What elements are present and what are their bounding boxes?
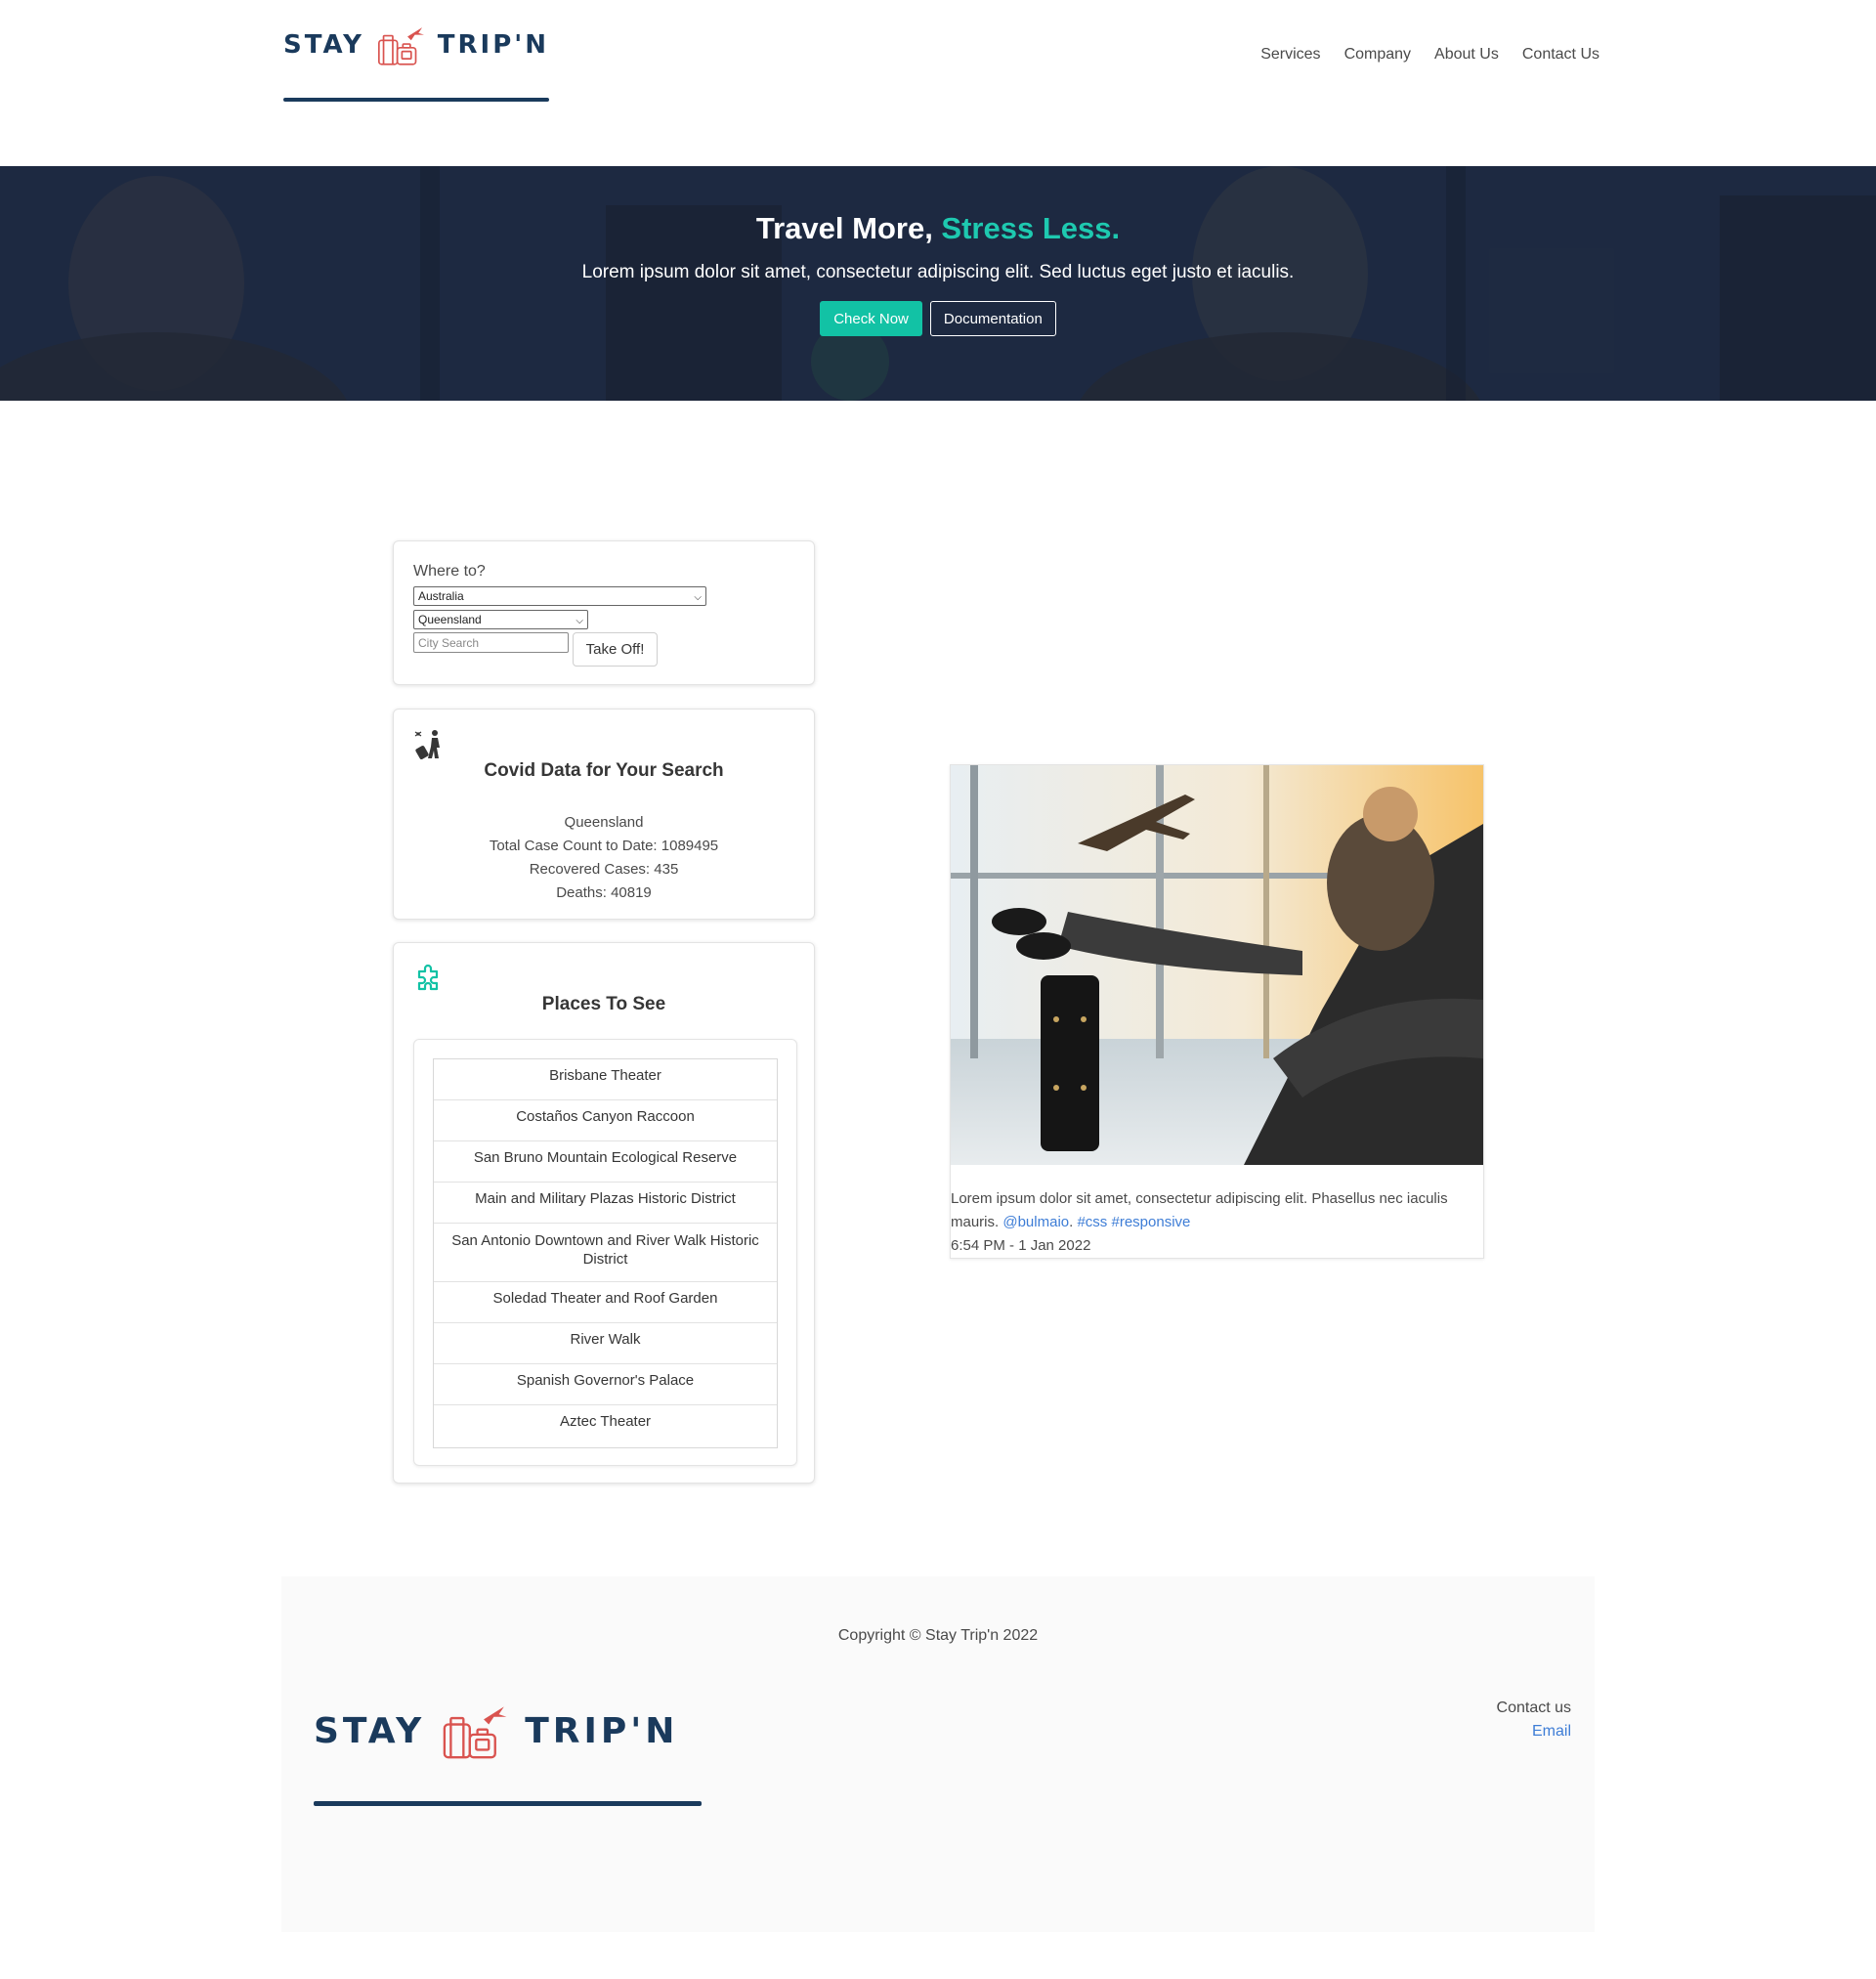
luggage-plane-icon [377,27,424,65]
place-item[interactable]: Costaños Canyon Raccoon [434,1100,777,1141]
contact-us-label: Contact us [1496,1699,1571,1716]
email-link[interactable]: Email [1532,1723,1571,1740]
logo-underline [314,1801,702,1806]
place-item[interactable]: San Antonio Downtown and River Walk Hist… [434,1224,777,1282]
footer-contact: Contact us Email [1497,1697,1571,1743]
covid-stats: Queensland Total Case Count to Date: 108… [394,811,814,905]
covid-card-title: Covid Data for Your Search [484,760,724,781]
hero-buttons: Check Now Documentation [0,301,1876,336]
place-item[interactable]: Soledad Theater and Roof Garden [434,1282,777,1323]
mention-link[interactable]: @bulmaio [1002,1214,1069,1230]
post-caption: Lorem ipsum dolor sit amet, consectetur … [951,1190,1448,1254]
covid-total-cases: Total Case Count to Date: 1089495 [489,838,719,854]
post-timestamp: 6:54 PM - 1 Jan 2022 [951,1237,1091,1254]
place-item[interactable]: Brisbane Theater [434,1059,777,1100]
nav-services[interactable]: Services [1260,46,1320,64]
city-search-input[interactable] [413,632,569,653]
hero-title: Travel More, Stress Less. [755,211,1121,245]
navbar: STAY TRIP'N Services Company About Us Co… [0,0,1876,166]
brand-name-right: TRIP'N [525,1710,679,1751]
search-card: Where to? Australia ⌵ Queensland ⌵ Take … [393,540,815,685]
hero-title-accent: Stress Less. [941,211,1121,245]
footer-brand-logo[interactable]: STAY TRIP'N [314,1699,702,1806]
hero-content: Travel More, Stress Less. Lorem ipsum do… [0,211,1876,336]
traveler-icon [414,730,440,759]
places-card: Places To See Brisbane Theater Costaños … [393,942,815,1484]
place-item[interactable]: Aztec Theater [434,1405,777,1447]
places-list: Brisbane Theater Costaños Canyon Raccoon… [433,1058,778,1448]
nav-company[interactable]: Company [1344,46,1411,64]
chevron-down-icon: ⌵ [576,616,583,626]
main-nav: Services Company About Us Contact Us [1260,46,1599,64]
place-item[interactable]: San Bruno Mountain Ecological Reserve [434,1141,777,1183]
hero-banner: Travel More, Stress Less. Lorem ipsum do… [0,166,1876,401]
place-item[interactable]: River Walk [434,1323,777,1364]
region-select[interactable]: Queensland ⌵ [413,610,588,629]
footer: Copyright © Stay Trip'n 2022 STAY TRIP'N [281,1576,1595,1932]
places-card-title: Places To See [541,994,666,1014]
nav-about-us[interactable]: About Us [1434,46,1499,64]
covid-recovered: Recovered Cases: 435 [529,861,679,878]
places-box: Brisbane Theater Costaños Canyon Raccoon… [413,1039,797,1466]
brand-name-left: STAY [314,1710,426,1751]
brand-name-left: STAY [283,30,364,60]
hero-subtitle: Lorem ipsum dolor sit amet, consectetur … [581,262,1295,282]
hashtag-css-link[interactable]: #css [1077,1214,1107,1230]
check-now-button[interactable]: Check Now [820,301,922,336]
airport-traveler-photo [951,765,1483,1165]
covid-deaths: Deaths: 40819 [556,884,652,901]
covid-data-card: Covid Data for Your Search Queensland To… [393,709,815,920]
where-to-label: Where to? [413,563,486,580]
country-select[interactable]: Australia ⌵ [413,586,706,606]
city-search-row: Take Off! [413,632,794,667]
logo-underline [283,98,549,102]
brand-name-right: TRIP'N [437,30,549,60]
chevron-down-icon: ⌵ [694,592,702,603]
post-card: Lorem ipsum dolor sit amet, consectetur … [950,764,1484,1259]
place-item[interactable]: Spanish Governor's Palace [434,1364,777,1405]
take-off-button[interactable]: Take Off! [573,632,658,667]
luggage-plane-icon [443,1706,507,1759]
brand-logo[interactable]: STAY TRIP'N [283,22,549,102]
covid-region: Queensland [564,814,644,831]
place-item[interactable]: Main and Military Plazas Historic Distri… [434,1183,777,1224]
copyright-text: Copyright © Stay Trip'n 2022 [837,1627,1039,1644]
nav-contact-us[interactable]: Contact Us [1522,46,1599,64]
documentation-button[interactable]: Documentation [929,301,1056,336]
hashtag-responsive-link[interactable]: #responsive [1111,1214,1190,1230]
puzzle-icon [417,964,439,991]
